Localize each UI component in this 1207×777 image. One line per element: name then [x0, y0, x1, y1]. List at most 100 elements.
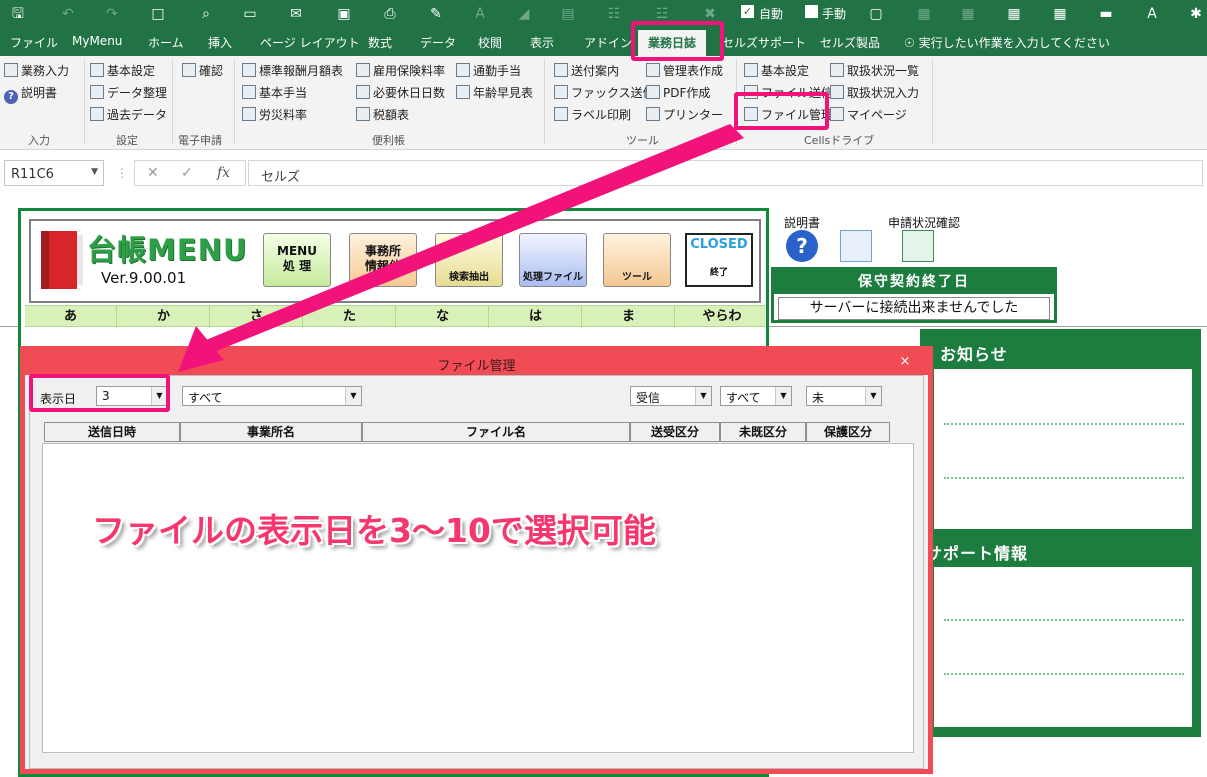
menu-process-button[interactable]: MENU 処 理 [263, 233, 331, 287]
chevron-down-icon[interactable]: ▼ [775, 387, 791, 405]
help-icon[interactable]: ? [786, 230, 818, 262]
label-print-button[interactable]: ラベル印刷 [554, 106, 631, 123]
confirm-button[interactable]: 確認 [182, 62, 223, 79]
search-extract-button[interactable]: 検索抽出 [435, 233, 503, 287]
network-icon[interactable]: ☷ [604, 4, 624, 24]
manual-button[interactable]: ? 説明書 [4, 84, 57, 104]
battery-icon[interactable]: ▬ [1096, 4, 1116, 24]
calendar-icon[interactable] [840, 230, 872, 262]
save-icon[interactable]: 🖫 [8, 4, 28, 24]
redo-icon[interactable]: ↷ [102, 4, 122, 24]
manual-calc-checkbox[interactable] [805, 5, 818, 18]
settings-icon[interactable]: ✱ [1186, 4, 1206, 24]
status-list-button[interactable]: 取扱状況一覧 [830, 62, 919, 79]
tab-home[interactable]: ホーム [148, 34, 184, 51]
chevron-down-icon[interactable]: ▼ [91, 167, 98, 177]
my-page-button[interactable]: マイページ [830, 106, 907, 123]
kana-tab-na[interactable]: な [397, 306, 489, 328]
tab-cells-support[interactable]: セルズサポート [722, 34, 806, 51]
commute-allowance-button[interactable]: 通勤手当 [456, 62, 521, 79]
grid2-icon[interactable]: ▦ [958, 4, 978, 24]
news-list[interactable] [934, 369, 1192, 529]
column-header-sent-at[interactable]: 送信日時 [44, 422, 180, 442]
tools-button[interactable]: ツール [603, 233, 671, 287]
kana-tab-sa[interactable]: さ [211, 306, 303, 328]
direction-select[interactable]: 受信 ▼ [630, 386, 712, 406]
format-painter-icon[interactable]: ✎ [426, 4, 446, 24]
close-button[interactable]: × [892, 352, 918, 372]
file-list[interactable] [42, 443, 914, 753]
standard-remuneration-button[interactable]: 標準報酬月額表 [242, 62, 343, 79]
new-file-icon[interactable]: □ [148, 4, 168, 24]
kana-tab-ha[interactable]: は [490, 306, 582, 328]
laptop-icon[interactable] [902, 230, 934, 262]
support-info-list[interactable] [934, 567, 1192, 727]
data-cleanup-button[interactable]: データ整理 [90, 84, 167, 101]
business-input-button[interactable]: 業務入力 [4, 62, 69, 79]
fill-color-icon[interactable]: ◢ [514, 4, 534, 24]
email-icon[interactable]: ✉ [286, 4, 306, 24]
window-icon[interactable]: ▢ [866, 4, 886, 24]
formula-input[interactable]: セルズ [248, 160, 1203, 186]
auto-calc-checkbox[interactable]: ✓ [741, 5, 754, 18]
fax-send-button[interactable]: ファックス送信 [554, 84, 655, 101]
status-input-button[interactable]: 取扱状況入力 [830, 84, 919, 101]
text-box-icon[interactable]: A [1142, 4, 1162, 24]
function-icon[interactable]: fx [217, 165, 230, 181]
tell-me-search[interactable]: ☉ 実行したい作業を入力してください [904, 34, 1110, 51]
calendar-icon[interactable]: ▦ [1050, 4, 1070, 24]
drive-basic-settings-button[interactable]: 基本設定 [744, 62, 809, 79]
age-chart-button[interactable]: 年齢早見表 [456, 84, 533, 101]
tax-table-button[interactable]: 税額表 [356, 106, 409, 123]
pdf-create-button[interactable]: PDF作成 [646, 84, 710, 101]
worksheet[interactable]: 台帳MENU Ver.9.00.01 MENU 処 理 事務所 情報他 検索抽出 処… [0, 200, 1207, 777]
cancel-icon[interactable]: ✕ [147, 165, 159, 181]
read-filter-select[interactable]: すべて ▼ [720, 386, 792, 406]
drag-handle-icon[interactable]: ⋮ [116, 166, 128, 180]
printer-icon[interactable]: ⎙ [380, 4, 400, 24]
employment-insurance-rate-button[interactable]: 雇用保険料率 [356, 62, 445, 79]
column-header-direction[interactable]: 送受区分 [630, 422, 720, 442]
kana-tab-a[interactable]: あ [25, 306, 117, 328]
chevron-down-icon[interactable]: ▼ [695, 387, 711, 405]
print-preview-icon[interactable]: ⌕ [196, 4, 216, 24]
tab-cells-products[interactable]: セルズ製品 [820, 34, 880, 51]
management-table-button[interactable]: 管理表作成 [646, 62, 723, 79]
tab-mymenu[interactable]: MyMenu [72, 34, 122, 48]
column-header-read-status[interactable]: 未既区分 [720, 422, 806, 442]
column-header-filename[interactable]: ファイル名 [362, 422, 630, 442]
chevron-down-icon[interactable]: ▼ [345, 387, 361, 405]
font-color-icon[interactable]: A [470, 4, 490, 24]
confirm-icon[interactable]: ✓ [181, 165, 193, 181]
column-header-office[interactable]: 事業所名 [180, 422, 362, 442]
dialog-title-bar[interactable]: ファイル管理 × [25, 351, 928, 375]
close-menu-button[interactable]: CLOSED 終了 [685, 233, 753, 287]
tab-data[interactable]: データ [420, 34, 456, 51]
workers-comp-rate-button[interactable]: 労災料率 [242, 106, 307, 123]
printer-button[interactable]: プリンター [646, 106, 723, 123]
tab-view[interactable]: 表示 [530, 34, 554, 51]
kana-tab-ta[interactable]: た [304, 306, 396, 328]
basic-settings-button[interactable]: 基本設定 [90, 62, 155, 79]
tab-addins[interactable]: アドイン [584, 34, 632, 51]
kana-tab-ma[interactable]: ま [583, 306, 675, 328]
undo-icon[interactable]: ↶ [58, 4, 78, 24]
column-header-protection[interactable]: 保護区分 [806, 422, 890, 442]
tab-review[interactable]: 校閲 [478, 34, 502, 51]
past-data-button[interactable]: 過去データ [90, 106, 167, 123]
basic-allowance-button[interactable]: 基本手当 [242, 84, 307, 101]
tab-insert[interactable]: 挿入 [208, 34, 232, 51]
tab-formulas[interactable]: 数式 [368, 34, 392, 51]
name-box[interactable]: R11C6 ▼ [4, 160, 104, 186]
protection-select[interactable]: 未 ▼ [806, 386, 882, 406]
office-select[interactable]: すべて ▼ [182, 386, 362, 406]
table-icon[interactable]: ▦ [1004, 4, 1024, 24]
open-folder-icon[interactable]: ▭ [240, 4, 260, 24]
tab-file[interactable]: ファイル [10, 34, 58, 51]
camera-icon[interactable]: ▣ [334, 4, 354, 24]
processing-file-button[interactable]: 処理ファイル [519, 233, 587, 287]
kana-tab-ka[interactable]: か [118, 306, 210, 328]
cover-letter-button[interactable]: 送付案内 [554, 62, 619, 79]
chart-icon[interactable]: ▤ [558, 4, 578, 24]
grid-icon[interactable]: ▦ [914, 4, 934, 24]
